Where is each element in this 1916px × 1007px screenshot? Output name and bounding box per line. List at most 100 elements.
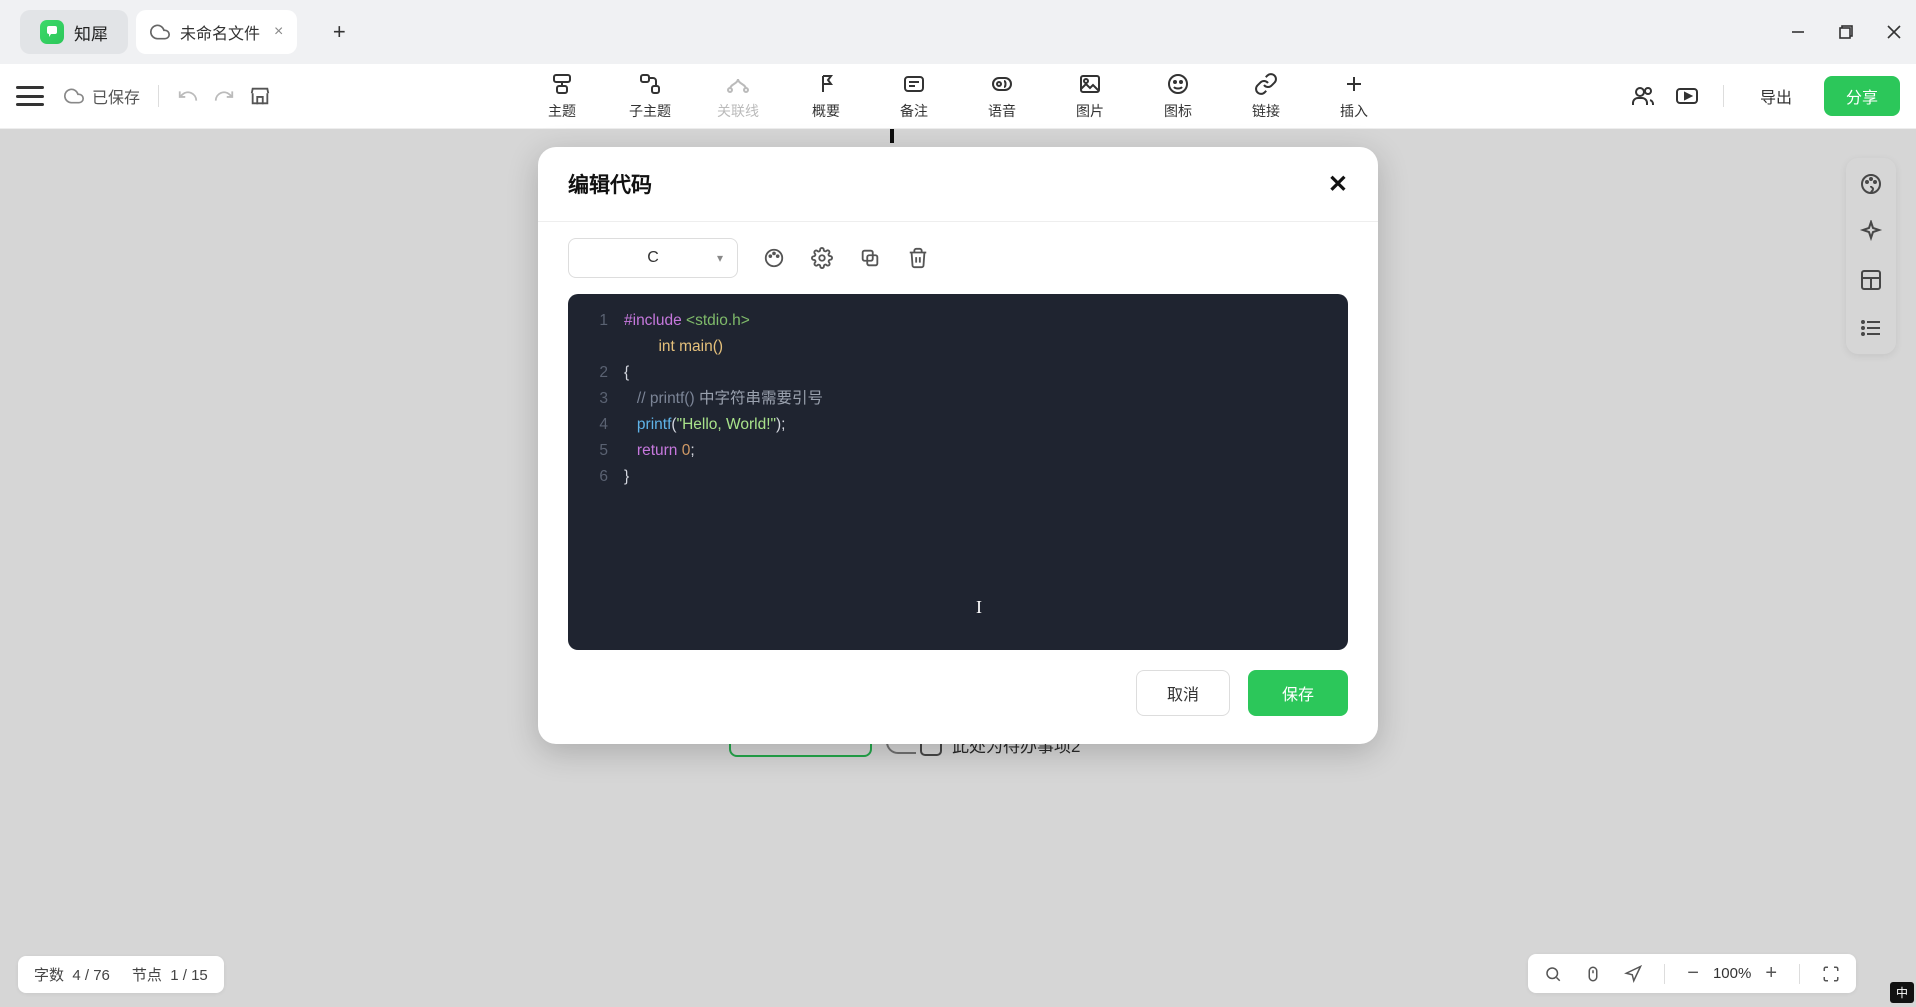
tool-label: 图标 [1164, 101, 1192, 121]
tab-group: 知犀 未命名文件 × + [20, 10, 355, 54]
undo-button[interactable] [177, 85, 199, 107]
audio-icon [990, 71, 1014, 97]
code-editor-modal: 编辑代码 ✕ C ▾ I 1 #include <stdio.h> int mai… [538, 147, 1378, 744]
close-window-button[interactable] [1884, 22, 1904, 42]
mouse-icon[interactable] [1584, 965, 1602, 983]
status-bar-right: − 100% + [1528, 954, 1856, 993]
toolbar-right: 导出 分享 [1631, 76, 1900, 116]
copy-icon[interactable] [858, 246, 882, 270]
document-tab[interactable]: 未命名文件 × [136, 10, 297, 54]
cloud-icon [150, 22, 170, 42]
shop-icon[interactable] [249, 85, 271, 107]
redo-button[interactable] [213, 85, 235, 107]
code-content: } [624, 464, 629, 490]
code-content: printf("Hello, World!"); [624, 412, 785, 438]
toolbar-center: 主题 子主题 关联线概要 备注 语音图片 图标 链接 插入 [538, 71, 1378, 121]
export-button[interactable]: 导出 [1748, 76, 1804, 116]
divider [1799, 964, 1800, 984]
modal-title: 编辑代码 [568, 169, 652, 199]
location-icon[interactable] [1624, 965, 1642, 983]
code-content: #include <stdio.h> [624, 308, 750, 334]
maximize-button[interactable] [1836, 22, 1856, 42]
code-line: 6} [568, 464, 1348, 490]
tool-label: 子主题 [629, 101, 671, 121]
code-line: 3 // printf() 中字符串需要引号 [568, 386, 1348, 412]
tool-relation: 关联线 [714, 71, 762, 121]
tool-label: 插入 [1340, 101, 1368, 121]
settings-icon[interactable] [810, 246, 834, 270]
tool-subtopic[interactable]: 子主题 [626, 71, 674, 121]
window-controls [1788, 0, 1904, 64]
tool-label: 图片 [1076, 101, 1104, 121]
tool-topic[interactable]: 主题 [538, 71, 586, 121]
tool-insert[interactable]: 插入 [1330, 71, 1378, 121]
close-tab-button[interactable]: × [274, 23, 283, 41]
app-tab[interactable]: 知犀 [20, 10, 128, 54]
status-bar-left: 字数 4 / 76 节点 1 / 15 [18, 956, 224, 993]
tool-image[interactable]: 图片 [1066, 71, 1114, 121]
code-line: int main() [568, 334, 1348, 360]
line-number: 3 [584, 386, 608, 412]
modal-footer: 取消 保存 [538, 670, 1378, 744]
tool-link[interactable]: 链接 [1242, 71, 1290, 121]
theme-icon[interactable] [762, 246, 786, 270]
divider [158, 85, 159, 107]
code-editor[interactable]: I 1#include <stdio.h> int main()2{3 // p… [568, 294, 1348, 650]
code-content: { [624, 360, 629, 386]
modal-toolbar: C ▾ [538, 222, 1378, 294]
link-icon [1254, 71, 1278, 97]
tool-label: 链接 [1252, 101, 1280, 121]
node-count: 节点 1 / 15 [132, 964, 208, 985]
save-status: 已保存 [64, 84, 140, 108]
modal-overlay: 编辑代码 ✕ C ▾ I 1 #include <stdio.h> int mai… [0, 129, 1916, 1007]
search-icon[interactable] [1544, 965, 1562, 983]
new-tab-button[interactable]: + [323, 16, 355, 48]
zoom-in-button[interactable]: + [1765, 962, 1777, 985]
titlebar: 知犀 未命名文件 × + [0, 0, 1916, 64]
modal-close-button[interactable]: ✕ [1328, 170, 1348, 199]
collaborators-icon[interactable] [1631, 84, 1655, 108]
zoom-value: 100% [1713, 965, 1751, 982]
minimize-button[interactable] [1788, 22, 1808, 42]
insert-icon [1342, 71, 1366, 97]
chevron-down-icon: ▾ [717, 251, 723, 265]
tool-emoji[interactable]: 图标 [1154, 71, 1202, 121]
language-select[interactable]: C ▾ [568, 238, 738, 278]
tool-audio[interactable]: 语音 [978, 71, 1026, 121]
menu-button[interactable] [16, 86, 44, 106]
app-logo-icon [40, 20, 64, 44]
subtopic-icon [638, 71, 662, 97]
toolbar-left: 已保存 [16, 84, 271, 108]
code-line: 2{ [568, 360, 1348, 386]
share-button[interactable]: 分享 [1824, 76, 1900, 116]
line-number: 1 [584, 308, 608, 334]
emoji-icon [1166, 71, 1190, 97]
summary-icon [814, 71, 838, 97]
app-name: 知犀 [74, 20, 108, 45]
line-number: 6 [584, 464, 608, 490]
tool-summary[interactable]: 概要 [802, 71, 850, 121]
video-icon[interactable] [1675, 84, 1699, 108]
note-icon [902, 71, 926, 97]
delete-icon[interactable] [906, 246, 930, 270]
line-number: 4 [584, 412, 608, 438]
fullscreen-icon[interactable] [1822, 965, 1840, 983]
zoom-out-button[interactable]: − [1687, 962, 1699, 985]
ime-indicator[interactable]: 中 [1890, 982, 1914, 1003]
tool-label: 概要 [812, 101, 840, 121]
tool-label: 主题 [548, 101, 576, 121]
divider [1664, 964, 1665, 984]
relation-icon [726, 71, 750, 97]
tool-note[interactable]: 备注 [890, 71, 938, 121]
save-status-label: 已保存 [92, 84, 140, 108]
word-count: 字数 4 / 76 [34, 964, 110, 985]
tool-label: 备注 [900, 101, 928, 121]
line-number: 2 [584, 360, 608, 386]
code-line: 4 printf("Hello, World!"); [568, 412, 1348, 438]
main-toolbar: 已保存 主题 子主题 关联线概要 备注 语音图片 图标 链接 插入 导出 分享 [0, 64, 1916, 129]
text-cursor-icon: I [976, 594, 982, 620]
code-content: // printf() 中字符串需要引号 [624, 386, 823, 412]
line-number: 5 [584, 438, 608, 464]
cancel-button[interactable]: 取消 [1136, 670, 1230, 716]
save-button[interactable]: 保存 [1248, 670, 1348, 716]
